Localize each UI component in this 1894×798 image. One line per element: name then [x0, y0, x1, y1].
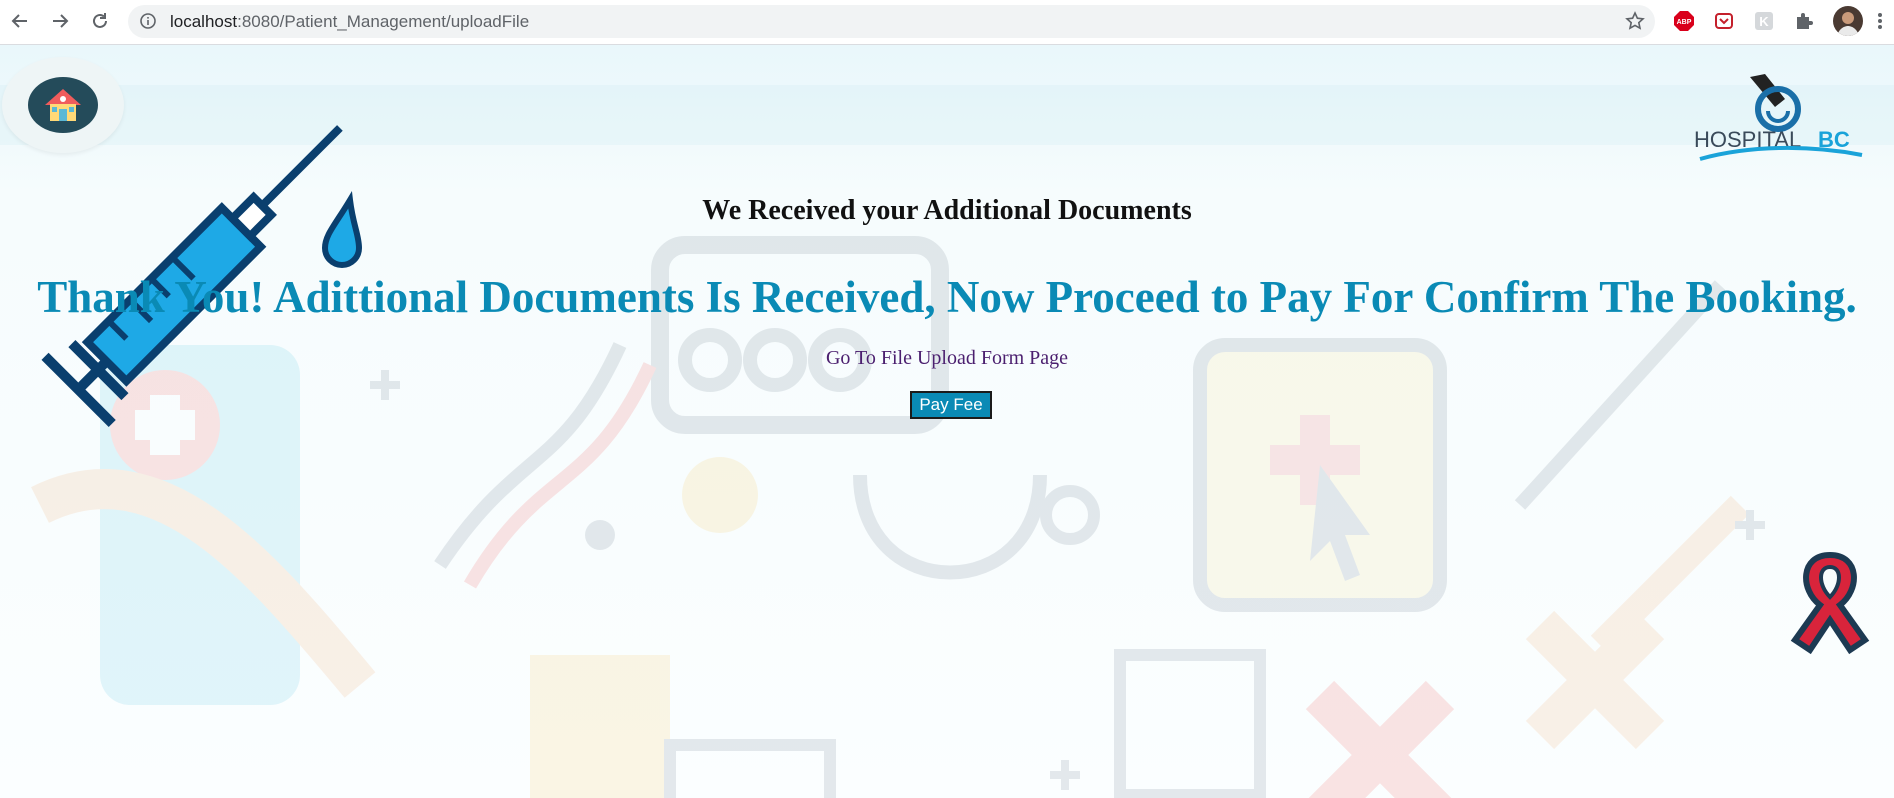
url-text[interactable]: localhost:8080/Patient_Management/upload… — [170, 12, 529, 32]
forward-button[interactable] — [46, 7, 74, 35]
svg-text:ABP: ABP — [1677, 19, 1692, 26]
upload-form-link[interactable]: Go To File Upload Form Page — [826, 347, 1068, 369]
extension-k-icon[interactable]: K — [1753, 10, 1775, 32]
info-icon[interactable] — [140, 13, 156, 29]
svg-text:K: K — [1759, 14, 1769, 29]
page-heading: We Received your Additional Documents — [702, 195, 1192, 226]
bookmark-star-icon[interactable] — [1625, 11, 1645, 31]
address-bar[interactable]: localhost:8080/Patient_Management/upload… — [128, 5, 1655, 38]
reload-button[interactable] — [86, 7, 114, 35]
puzzle-icon[interactable] — [1793, 10, 1815, 32]
pay-fee-button[interactable]: Pay Fee — [910, 391, 992, 419]
arrow-left-icon — [11, 14, 27, 28]
menu-kebab-icon[interactable] — [1872, 10, 1888, 32]
reload-icon — [93, 13, 107, 28]
arrow-right-icon — [53, 14, 69, 28]
back-button[interactable] — [6, 7, 34, 35]
upload-form-link-row: Go To File Upload Form Page — [0, 347, 1894, 370]
browser-toolbar: localhost:8080/Patient_Management/upload… — [0, 0, 1894, 45]
confirmation-message: Thank You! Adittional Documents Is Recei… — [37, 272, 1857, 322]
pocket-icon[interactable] — [1713, 10, 1735, 32]
url-path: :8080/Patient_Management/uploadFile — [237, 12, 530, 31]
page-body: HOSPITAL BC We Received your Additional … — [0, 45, 1894, 798]
url-host: localhost — [170, 12, 238, 31]
adblock-icon[interactable]: ABP — [1673, 10, 1695, 32]
profile-avatar[interactable] — [1833, 6, 1863, 36]
hospital-bc-logo: HOSPITAL BC — [1694, 74, 1863, 161]
ribbon-icon — [1790, 551, 1870, 655]
